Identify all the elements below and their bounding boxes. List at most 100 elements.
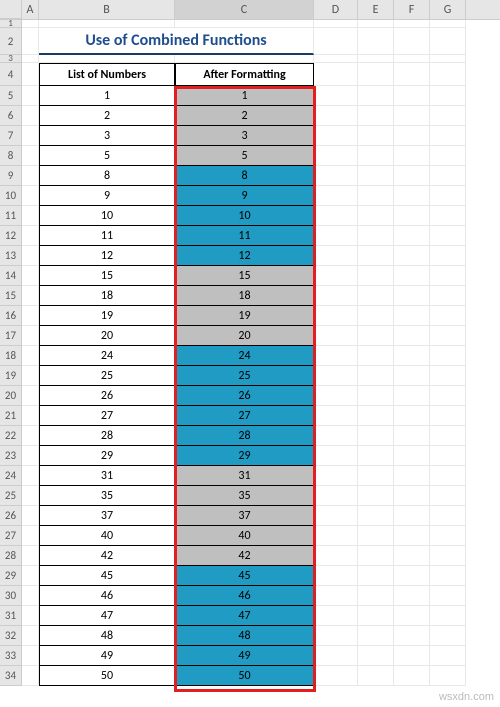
cell[interactable] xyxy=(22,266,39,286)
row-header[interactable]: 14 xyxy=(0,266,22,286)
list-number-cell[interactable]: 47 xyxy=(39,606,175,626)
list-number-cell[interactable]: 29 xyxy=(39,446,175,466)
cell[interactable] xyxy=(22,246,39,266)
cell[interactable] xyxy=(358,266,394,286)
cell[interactable] xyxy=(175,55,314,63)
cell[interactable] xyxy=(22,346,39,366)
cell[interactable] xyxy=(314,586,358,606)
cell[interactable] xyxy=(22,366,39,386)
row-header[interactable]: 19 xyxy=(0,366,22,386)
cell[interactable] xyxy=(314,206,358,226)
cell[interactable] xyxy=(314,646,358,666)
cell[interactable] xyxy=(314,346,358,366)
cell[interactable] xyxy=(358,446,394,466)
cell[interactable] xyxy=(430,586,466,606)
cell[interactable] xyxy=(430,566,466,586)
formatted-cell[interactable]: 12 xyxy=(175,246,314,266)
cell[interactable] xyxy=(430,506,466,526)
cell[interactable] xyxy=(314,666,358,686)
list-number-cell[interactable]: 24 xyxy=(39,346,175,366)
cell[interactable] xyxy=(394,486,430,506)
cell[interactable] xyxy=(314,446,358,466)
list-number-cell[interactable]: 48 xyxy=(39,626,175,646)
cell[interactable] xyxy=(22,426,39,446)
formatted-cell[interactable]: 29 xyxy=(175,446,314,466)
row-header[interactable]: 7 xyxy=(0,126,22,146)
cell[interactable] xyxy=(394,526,430,546)
cell[interactable] xyxy=(358,346,394,366)
cell[interactable] xyxy=(314,166,358,186)
cell[interactable] xyxy=(394,506,430,526)
cell[interactable] xyxy=(358,386,394,406)
cell[interactable] xyxy=(22,646,39,666)
formatted-cell[interactable]: 48 xyxy=(175,626,314,646)
row-header[interactable]: 29 xyxy=(0,566,22,586)
cell[interactable] xyxy=(358,126,394,146)
formatted-cell[interactable]: 8 xyxy=(175,166,314,186)
row-header[interactable]: 26 xyxy=(0,506,22,526)
row-header[interactable]: 12 xyxy=(0,226,22,246)
cell[interactable] xyxy=(314,506,358,526)
cell[interactable] xyxy=(430,346,466,366)
cell[interactable] xyxy=(22,486,39,506)
cell[interactable] xyxy=(314,566,358,586)
cell[interactable] xyxy=(358,286,394,306)
cell[interactable] xyxy=(22,406,39,426)
cell[interactable] xyxy=(358,626,394,646)
cell[interactable] xyxy=(314,546,358,566)
col-header-f[interactable]: F xyxy=(394,0,430,19)
cell[interactable] xyxy=(394,646,430,666)
row-header[interactable]: 34 xyxy=(0,666,22,686)
cell[interactable] xyxy=(358,566,394,586)
cell[interactable] xyxy=(430,266,466,286)
row-header[interactable]: 22 xyxy=(0,426,22,446)
col-header-d[interactable]: D xyxy=(314,0,358,19)
formatted-cell[interactable]: 18 xyxy=(175,286,314,306)
cell[interactable] xyxy=(394,666,430,686)
cell[interactable] xyxy=(314,526,358,546)
formatted-cell[interactable]: 50 xyxy=(175,666,314,686)
cell[interactable] xyxy=(358,666,394,686)
row-header[interactable]: 17 xyxy=(0,326,22,346)
list-number-cell[interactable]: 31 xyxy=(39,466,175,486)
formatted-cell[interactable]: 28 xyxy=(175,426,314,446)
cell[interactable] xyxy=(394,266,430,286)
cell[interactable] xyxy=(430,286,466,306)
cell[interactable] xyxy=(314,186,358,206)
cell[interactable] xyxy=(394,586,430,606)
cell[interactable] xyxy=(314,246,358,266)
row-header[interactable]: 30 xyxy=(0,586,22,606)
cell[interactable] xyxy=(314,486,358,506)
cell[interactable] xyxy=(430,226,466,246)
row-header[interactable]: 24 xyxy=(0,466,22,486)
cell[interactable] xyxy=(430,666,466,686)
row-header[interactable]: 4 xyxy=(0,63,22,86)
formatted-cell[interactable]: 47 xyxy=(175,606,314,626)
list-number-cell[interactable]: 40 xyxy=(39,526,175,546)
cell[interactable] xyxy=(22,526,39,546)
cell[interactable] xyxy=(430,526,466,546)
cell[interactable] xyxy=(430,63,466,86)
cell[interactable] xyxy=(314,406,358,426)
list-number-cell[interactable]: 45 xyxy=(39,566,175,586)
row-header[interactable]: 10 xyxy=(0,186,22,206)
formatted-cell[interactable]: 3 xyxy=(175,126,314,146)
cell[interactable] xyxy=(314,55,358,63)
list-number-cell[interactable]: 49 xyxy=(39,646,175,666)
cell[interactable] xyxy=(394,63,430,86)
cell[interactable] xyxy=(358,326,394,346)
list-number-cell[interactable]: 26 xyxy=(39,386,175,406)
list-number-cell[interactable]: 25 xyxy=(39,366,175,386)
cell[interactable] xyxy=(358,166,394,186)
cell[interactable] xyxy=(314,126,358,146)
list-number-cell[interactable]: 42 xyxy=(39,546,175,566)
cell[interactable] xyxy=(430,546,466,566)
list-number-cell[interactable]: 10 xyxy=(39,206,175,226)
cell[interactable] xyxy=(358,246,394,266)
cell[interactable] xyxy=(314,146,358,166)
formatted-cell[interactable]: 9 xyxy=(175,186,314,206)
cell[interactable] xyxy=(430,486,466,506)
list-number-cell[interactable]: 37 xyxy=(39,506,175,526)
cell[interactable] xyxy=(358,526,394,546)
list-number-cell[interactable]: 18 xyxy=(39,286,175,306)
